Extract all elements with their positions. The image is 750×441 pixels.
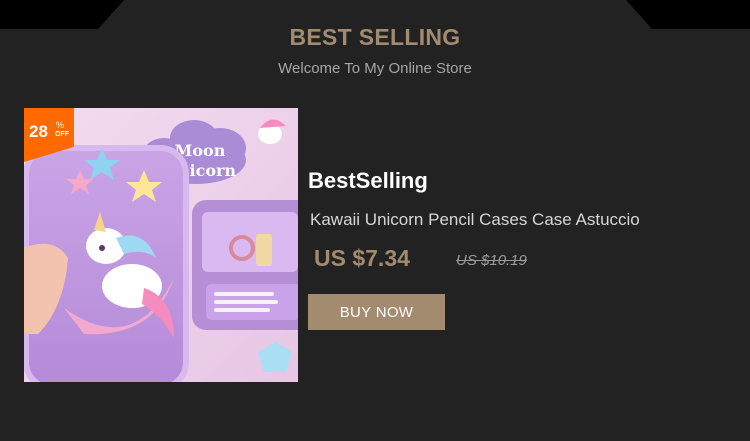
price-original: US $10.19 (456, 252, 527, 269)
product-brand: BestSelling (308, 168, 428, 193)
section-subtitle: Welcome To My Online Store (278, 60, 472, 77)
price-current: US $7.34 (314, 245, 410, 271)
section-title: BEST SELLING (289, 24, 461, 50)
discount-value: 28 (29, 122, 48, 141)
product-title[interactable]: Kawaii Unicorn Pencil Cases Case Astucci… (310, 210, 640, 230)
discount-percent-sign: % (56, 120, 65, 130)
discount-off-label: OFF (55, 131, 69, 138)
buy-now-button[interactable]: BUY NOW (308, 294, 445, 330)
